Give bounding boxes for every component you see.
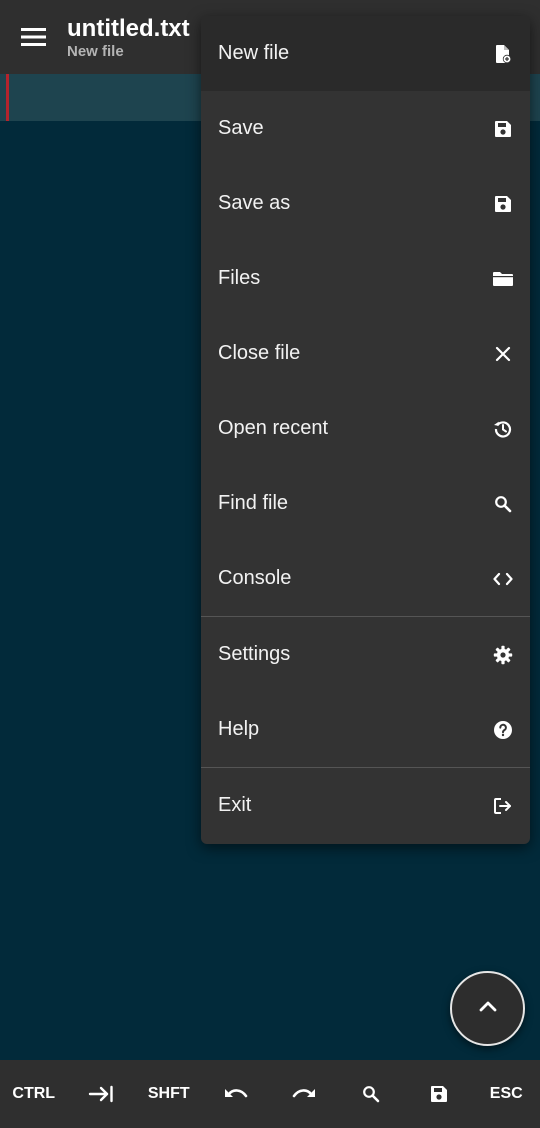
- menu-item-label: Files: [218, 267, 261, 289]
- menu-item-help[interactable]: Help: [201, 692, 530, 767]
- folder-icon: [492, 268, 514, 290]
- chevron-up-icon: [478, 999, 498, 1018]
- redo-icon: [291, 1085, 317, 1103]
- menu-item-save[interactable]: Save: [201, 91, 530, 166]
- menu-item-close-file[interactable]: Close file: [201, 316, 530, 391]
- scroll-up-button[interactable]: [450, 971, 525, 1046]
- save-as-icon: [492, 193, 514, 215]
- help-icon: [492, 719, 514, 741]
- search-icon: [492, 493, 514, 515]
- save-icon: [430, 1085, 448, 1103]
- page-subtitle: New file: [67, 43, 124, 60]
- exit-icon: [492, 795, 514, 817]
- menu-item-new-file[interactable]: New file: [201, 16, 530, 91]
- menu-item-open-recent[interactable]: Open recent: [201, 391, 530, 466]
- menu-item-label: Settings: [218, 643, 291, 665]
- overflow-menu: New file Save Save as Files Close file O…: [201, 16, 530, 844]
- close-icon: [492, 343, 514, 365]
- search-icon: [362, 1085, 380, 1103]
- history-icon: [492, 418, 514, 440]
- tab-icon: [88, 1085, 114, 1103]
- menu-item-label: Save: [218, 117, 264, 139]
- menu-item-label: Find file: [218, 492, 289, 514]
- tab-key-button[interactable]: [68, 1060, 136, 1128]
- menu-item-label: Open recent: [218, 417, 329, 439]
- hamburger-menu-icon[interactable]: [20, 26, 48, 48]
- menu-item-label: Console: [218, 567, 292, 589]
- menu-item-label: New file: [218, 42, 290, 64]
- menu-item-find-file[interactable]: Find file: [201, 466, 530, 541]
- save-icon: [492, 118, 514, 140]
- search-button[interactable]: [338, 1060, 406, 1128]
- gear-icon: [492, 644, 514, 666]
- esc-key-button[interactable]: ESC: [473, 1060, 540, 1128]
- menu-item-label: Save as: [218, 192, 291, 214]
- menu-item-console[interactable]: Console: [201, 541, 530, 616]
- menu-item-label: Help: [218, 718, 260, 740]
- undo-button[interactable]: [203, 1060, 271, 1128]
- menu-item-label: Close file: [218, 342, 301, 364]
- ctrl-key-button[interactable]: CTRL: [0, 1060, 68, 1128]
- shift-key-button[interactable]: SHFT: [135, 1060, 203, 1128]
- code-icon: [492, 568, 514, 590]
- cursor-line-marker: [6, 74, 9, 121]
- save-button[interactable]: [405, 1060, 473, 1128]
- new-file-icon: [492, 43, 514, 65]
- undo-icon: [223, 1085, 249, 1103]
- menu-item-exit[interactable]: Exit: [201, 768, 530, 843]
- bottom-toolbar: CTRL SHFT ESC: [0, 1060, 540, 1128]
- menu-item-label: Exit: [218, 794, 252, 816]
- menu-item-save-as[interactable]: Save as: [201, 166, 530, 241]
- redo-button[interactable]: [270, 1060, 338, 1128]
- page-title: untitled.txt: [67, 15, 190, 42]
- menu-item-settings[interactable]: Settings: [201, 617, 530, 692]
- menu-item-files[interactable]: Files: [201, 241, 530, 316]
- title-block: untitled.txt New file: [67, 14, 190, 60]
